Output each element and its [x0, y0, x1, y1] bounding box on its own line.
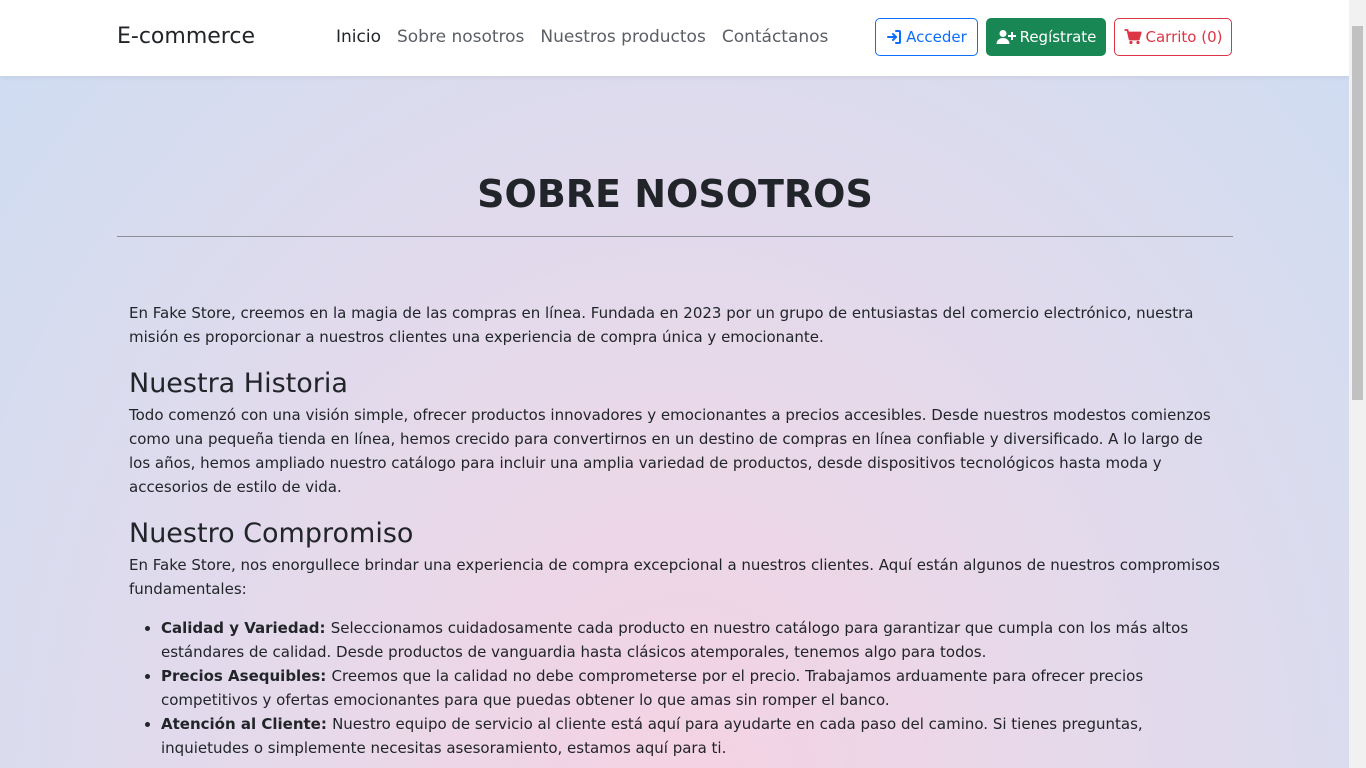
list-item: Atención al Cliente: Nuestro equipo de s… [161, 712, 1221, 760]
about-content: En Fake Store, creemos en la magia de la… [129, 301, 1221, 760]
shopping-cart-icon [1124, 29, 1142, 45]
top-navbar: E-commerce Inicio Sobre nosotros Nuestro… [0, 0, 1349, 76]
cart-button[interactable]: Carrito (0) [1114, 18, 1232, 56]
nav-link-sobre-nosotros[interactable]: Sobre nosotros [397, 27, 524, 47]
nav-link-inicio[interactable]: Inicio [336, 27, 381, 47]
history-heading: Nuestra Historia [129, 368, 348, 399]
commitment-paragraph: En Fake Store, nos enorgullece brindar u… [129, 556, 1220, 598]
list-item: Calidad y Variedad: Seleccionamos cuidad… [161, 616, 1221, 664]
register-button[interactable]: Regístrate [986, 18, 1106, 56]
nav-link-productos[interactable]: Nuestros productos [540, 27, 705, 47]
page-title: SOBRE NOSOTROS [477, 172, 873, 216]
register-label: Regístrate [1019, 28, 1097, 46]
commitment-title: Calidad y Variedad: [161, 619, 331, 637]
login-label: Acceder [906, 28, 967, 46]
cart-label: Carrito (0) [1145, 28, 1223, 46]
brand-logo[interactable]: E-commerce [117, 24, 255, 49]
user-plus-icon [996, 29, 1016, 45]
scrollbar-thumb[interactable] [1352, 26, 1363, 400]
list-item: Precios Asequibles: Creemos que la calid… [161, 664, 1221, 712]
vertical-scrollbar[interactable] [1349, 0, 1366, 768]
nav-link-contacto[interactable]: Contáctanos [722, 27, 829, 47]
commitment-title: Precios Asequibles: [161, 667, 332, 685]
commitment-list: Calidad y Variedad: Seleccionamos cuidad… [129, 616, 1221, 760]
intro-paragraph: En Fake Store, creemos en la magia de la… [129, 304, 1194, 346]
title-divider [117, 236, 1233, 237]
nav-links: Inicio Sobre nosotros Nuestros productos… [336, 27, 828, 47]
login-button[interactable]: Acceder [875, 18, 978, 56]
commitment-title: Atención al Cliente: [161, 715, 333, 733]
history-paragraph: Todo comenzó con una visión simple, ofre… [129, 406, 1211, 496]
commitment-heading: Nuestro Compromiso [129, 518, 414, 549]
sign-in-icon [886, 29, 902, 45]
